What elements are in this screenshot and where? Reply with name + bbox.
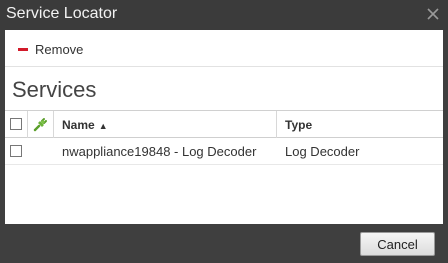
- dialog-footer: Cancel: [0, 224, 448, 263]
- select-all-checkbox[interactable]: [10, 118, 22, 130]
- services-grid: Name ▲ Type nwappliance19848 - Log Decode…: [5, 110, 443, 165]
- column-divider: [53, 111, 54, 138]
- dialog-title: Service Locator: [6, 5, 118, 22]
- section-title: Services: [12, 77, 97, 102]
- remove-label: Remove: [35, 41, 84, 57]
- table-row[interactable]: nwappliance19848 - Log Decoder Log Decod…: [5, 138, 443, 165]
- sort-ascending-icon: ▲: [98, 121, 108, 131]
- column-name-label: Name: [62, 118, 95, 132]
- cancel-button[interactable]: Cancel: [360, 232, 435, 256]
- row-checkbox[interactable]: [10, 145, 22, 157]
- title-bar: Service Locator: [0, 0, 448, 30]
- close-icon[interactable]: [424, 5, 442, 23]
- grid-header: Name ▲ Type: [5, 110, 443, 138]
- plug-icon: [33, 118, 47, 132]
- service-name-cell: nwappliance19848 - Log Decoder: [62, 144, 257, 159]
- remove-button[interactable]: Remove: [18, 40, 83, 58]
- column-divider: [27, 111, 28, 138]
- column-header-type[interactable]: Type: [285, 118, 312, 132]
- column-header-name[interactable]: Name ▲: [62, 118, 108, 132]
- service-type-cell: Log Decoder: [285, 144, 360, 159]
- toolbar: Remove: [5, 30, 443, 67]
- column-divider: [276, 111, 277, 138]
- service-locator-dialog: Service Locator Remove Services Name ▲ T…: [0, 0, 448, 263]
- minus-icon: [18, 47, 28, 51]
- content-panel: Remove Services Name ▲ Type nwappliance1…: [5, 30, 443, 224]
